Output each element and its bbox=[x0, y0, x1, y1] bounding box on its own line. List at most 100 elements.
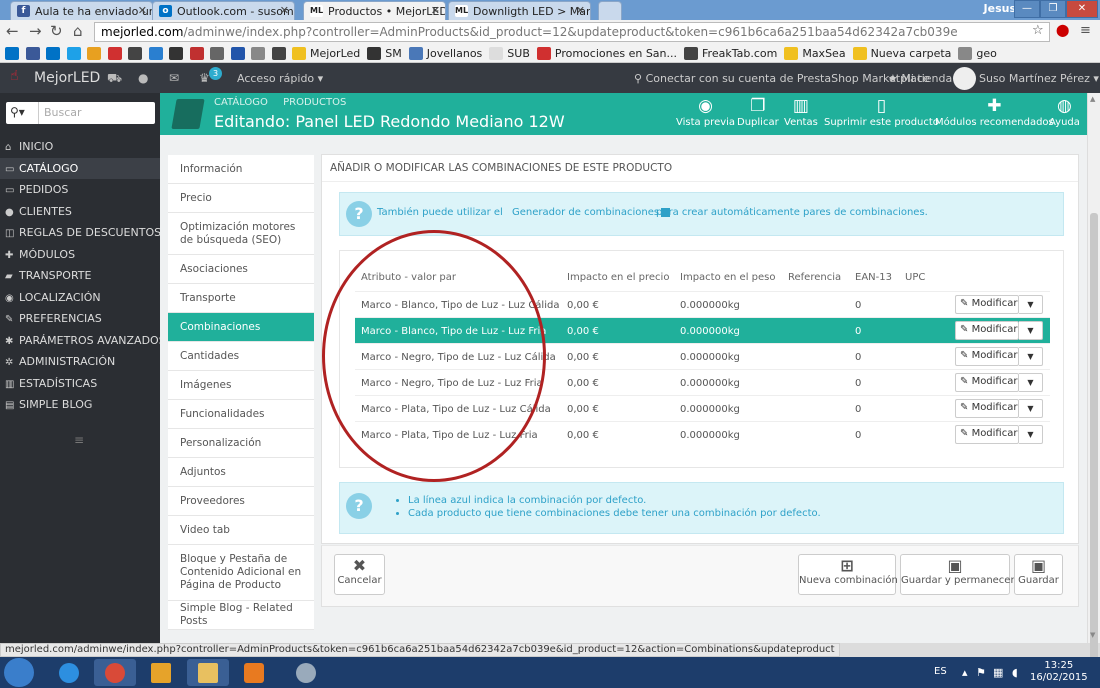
search-input[interactable]: Buscar bbox=[44, 106, 82, 119]
table-row[interactable]: Marco - Plata, Tipo de Luz - Luz Fria 0,0… bbox=[355, 421, 1050, 447]
bookmark-icon[interactable] bbox=[271, 47, 286, 60]
scroll-down-icon[interactable]: ▼ bbox=[1090, 631, 1095, 639]
browser-tab[interactable]: oOutlook.com - susomarp✕ bbox=[152, 1, 295, 20]
table-row[interactable]: Marco - Plata, Tipo de Luz - Luz Cálida 0… bbox=[355, 395, 1050, 421]
new-combination-button[interactable]: ⊞ Nueva combinación bbox=[798, 554, 898, 595]
minimize-icon[interactable]: — bbox=[1014, 0, 1040, 18]
bookmark-icon[interactable] bbox=[210, 47, 224, 60]
subtab-personalizaci-n[interactable]: Personalización bbox=[168, 429, 314, 458]
bookmark-item[interactable]: geo bbox=[976, 47, 996, 60]
bookmark-icon[interactable] bbox=[230, 47, 245, 60]
breadcrumb-products[interactable]: PRODUCTOS bbox=[283, 97, 346, 108]
clock[interactable]: 13:25 16/02/2015 bbox=[1030, 660, 1088, 684]
bookmark-item[interactable]: Nueva carpeta bbox=[871, 47, 952, 60]
sidebar-item-estad-sticas[interactable]: ▥ ESTADÍSTICAS bbox=[0, 373, 160, 395]
tab-close-icon[interactable]: ✕ bbox=[431, 4, 440, 17]
search-icon[interactable]: ⚲▾ bbox=[10, 105, 25, 119]
bookmark-icon[interactable] bbox=[148, 47, 163, 60]
network-icon[interactable]: ▦ bbox=[993, 666, 1003, 679]
sidebar-item-cat-logo[interactable]: ▭ CATÁLOGO bbox=[0, 157, 160, 179]
caret-down-icon[interactable]: ▼ bbox=[1019, 399, 1043, 418]
table-row-default[interactable]: Marco - Blanco, Tipo de Luz - Luz Fria 0,… bbox=[355, 317, 1050, 343]
caret-down-icon[interactable]: ▼ bbox=[1019, 321, 1043, 340]
table-row[interactable]: Marco - Negro, Tipo de Luz - Luz Cálida 0… bbox=[355, 343, 1050, 369]
apps-taskbar-button[interactable] bbox=[140, 659, 182, 686]
chrome-taskbar-button[interactable] bbox=[94, 659, 136, 686]
restore-icon[interactable]: ❐ bbox=[1040, 0, 1066, 18]
sidebar-item-m-dulos[interactable]: ✚ MÓDULOS bbox=[0, 244, 160, 266]
envelope-icon[interactable]: ✉ bbox=[169, 71, 179, 85]
quick-access-dropdown[interactable]: Acceso rápido ▾ bbox=[237, 72, 323, 85]
sidebar-item-clientes[interactable]: ● CLIENTES bbox=[0, 201, 160, 223]
sidebar-item-transporte[interactable]: ▰ TRANSPORTE bbox=[0, 265, 160, 287]
tab-close-icon[interactable]: ✕ bbox=[280, 4, 289, 17]
avatar[interactable] bbox=[953, 67, 976, 90]
sidebar-item-reglas-de-descuentos[interactable]: ◫ REGLAS DE DESCUENTOS bbox=[0, 222, 161, 244]
modify-button[interactable]: ✎ Modificar bbox=[955, 425, 1019, 444]
browser-tab[interactable]: fAula te ha enviado un me✕ bbox=[10, 1, 153, 20]
bookmark-item[interactable]: Promociones en San... bbox=[555, 47, 677, 60]
toolbar-help-button[interactable]: ◍ Ayuda bbox=[1049, 95, 1080, 128]
forward-icon[interactable]: → bbox=[29, 22, 42, 40]
subtab-cantidades[interactable]: Cantidades bbox=[168, 342, 314, 371]
home-icon[interactable]: ⌂ bbox=[73, 22, 83, 40]
subtab-funcionalidades[interactable]: Funcionalidades bbox=[168, 400, 314, 429]
browser-tab[interactable]: MLDownligth LED > Marco b✕ bbox=[448, 1, 591, 20]
bookmark-icon[interactable] bbox=[25, 47, 40, 60]
bookmark-item[interactable]: MejorLed bbox=[310, 47, 360, 60]
toolbar-puzzle-button[interactable]: ✚ Módulos recomendados bbox=[935, 95, 1054, 128]
save-button[interactable]: ▣ Guardar bbox=[1014, 554, 1063, 595]
shop-name[interactable]: MejorLED bbox=[34, 70, 100, 86]
back-icon[interactable]: ← bbox=[6, 22, 19, 40]
bookmark-item[interactable]: FreakTab.com bbox=[702, 47, 777, 60]
subtab-precio[interactable]: Precio bbox=[168, 184, 314, 213]
star-icon[interactable]: ☆ bbox=[1032, 23, 1044, 38]
search-box[interactable]: ⚲▾ Buscar bbox=[6, 102, 155, 124]
modify-button[interactable]: ✎ Modificar bbox=[955, 321, 1019, 340]
subtab-asociaciones[interactable]: Asociaciones bbox=[168, 255, 314, 284]
subtab-proveedores[interactable]: Proveedores bbox=[168, 487, 314, 516]
marketplace-connect-link[interactable]: ⚲ Conectar con su cuenta de PrestaShop M… bbox=[634, 72, 930, 85]
page-scrollbar[interactable]: ▲ ▼ bbox=[1087, 93, 1100, 683]
save-and-stay-button[interactable]: ▣ Guardar y permanecer bbox=[900, 554, 1015, 595]
ie-taskbar-button[interactable] bbox=[48, 659, 90, 686]
my-store-link[interactable]: ★ Mi tienda bbox=[888, 72, 952, 85]
sidebar-item-localizaci-n[interactable]: ◉ LOCALIZACIÓN bbox=[0, 287, 160, 309]
modify-button[interactable]: ✎ Modificar bbox=[955, 373, 1019, 392]
bookmark-icon[interactable] bbox=[189, 47, 204, 60]
reload-icon[interactable]: ↻ bbox=[50, 22, 63, 40]
user-icon[interactable]: ● bbox=[138, 71, 148, 85]
bookmark-icon[interactable] bbox=[107, 47, 122, 60]
scroll-up-icon[interactable]: ▲ bbox=[1090, 95, 1095, 103]
caret-down-icon[interactable]: ▼ bbox=[1019, 295, 1043, 314]
bookmark-icon[interactable] bbox=[169, 47, 183, 60]
sidebar-item-simple-blog[interactable]: ▤ SIMPLE BLOG bbox=[0, 394, 160, 416]
user-menu[interactable]: Suso Martínez Pérez ▾ bbox=[979, 72, 1099, 85]
bookmark-item[interactable]: SM bbox=[385, 47, 401, 60]
subtab-im-genes[interactable]: Imágenes bbox=[168, 371, 314, 400]
modify-button[interactable]: ✎ Modificar bbox=[955, 399, 1019, 418]
toolbar-copy-button[interactable]: ❐ Duplicar bbox=[737, 95, 779, 128]
cart-icon[interactable]: ⛟ bbox=[107, 71, 122, 87]
modify-button[interactable]: ✎ Modificar bbox=[955, 295, 1019, 314]
url-input[interactable]: mejorled.com/adminwe/index.php?controlle… bbox=[94, 22, 1050, 42]
bookmark-icon[interactable] bbox=[128, 47, 142, 60]
menu-icon[interactable]: ≡ bbox=[1080, 23, 1091, 38]
extension-icon[interactable]: ⬤ bbox=[1056, 23, 1069, 37]
flag-icon[interactable]: ⚑ bbox=[976, 666, 986, 679]
start-button[interactable] bbox=[4, 658, 34, 687]
bookmark-icon[interactable] bbox=[46, 47, 60, 60]
sidebar-item-inicio[interactable]: ⌂ INICIO bbox=[0, 136, 160, 158]
media-taskbar-button[interactable] bbox=[233, 659, 275, 686]
subtab-informaci-n[interactable]: Información bbox=[168, 155, 314, 184]
breadcrumb-catalog[interactable]: CATÁLOGO bbox=[214, 97, 268, 108]
tab-close-icon[interactable]: ✕ bbox=[138, 4, 147, 17]
subtab-transporte[interactable]: Transporte bbox=[168, 284, 314, 313]
browser-tab[interactable]: ML Productos • MejorLED ✕ bbox=[303, 1, 446, 20]
scroll-thumb[interactable] bbox=[1090, 213, 1098, 683]
toolbar-trash-button[interactable]: ▯ Suprimir este producto bbox=[824, 95, 939, 128]
bookmark-icon[interactable] bbox=[251, 47, 265, 60]
caret-down-icon[interactable]: ▼ bbox=[1019, 425, 1043, 444]
bookmark-icon[interactable] bbox=[66, 47, 81, 60]
new-tab-button[interactable] bbox=[598, 1, 622, 20]
